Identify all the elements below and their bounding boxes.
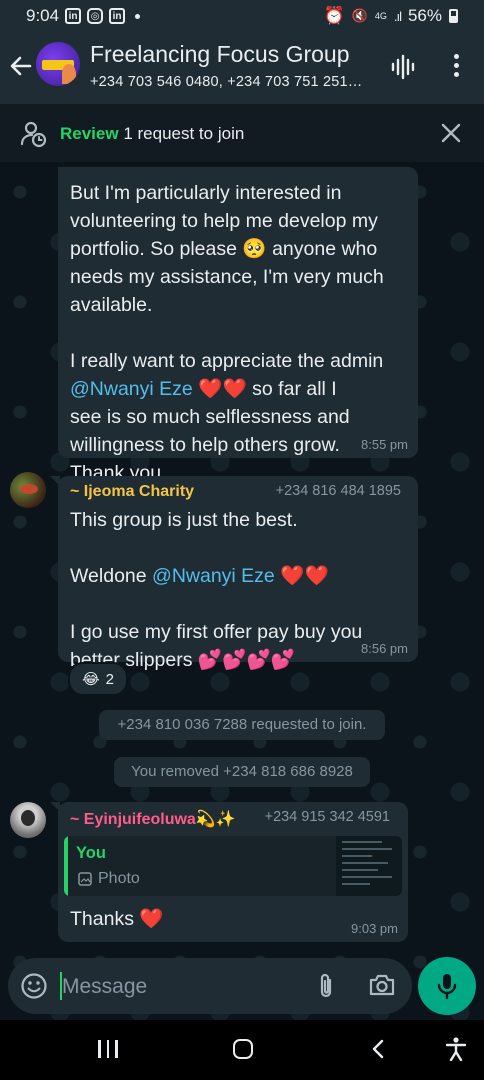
message-time: 8:56 pm (361, 641, 408, 656)
quote-type: Photo (78, 870, 140, 888)
review-link[interactable]: Review (60, 124, 119, 143)
message-time: 8:55 pm (361, 437, 408, 452)
quote-thumbnail (336, 836, 402, 896)
battery-icon (449, 9, 458, 23)
audio-wave-icon[interactable] (390, 54, 416, 80)
signal-icon: .ıl (393, 8, 402, 24)
mention-link[interactable]: @Nwanyi Eze (152, 565, 275, 587)
battery-percent: 56% (407, 6, 442, 25)
emoji-icon[interactable] (20, 972, 48, 1000)
join-request-bar[interactable]: Review 1 request to join (0, 104, 484, 162)
message-text: Thanks ❤️ (70, 908, 164, 930)
group-avatar[interactable] (36, 42, 80, 86)
sender-phone: +234 816 484 1895 (275, 483, 401, 499)
message-composer (8, 958, 412, 1014)
message-text: This group is just the best. Weldone @Nw… (70, 506, 410, 674)
person-clock-icon (20, 121, 47, 148)
review-text[interactable]: Review 1 request to join (60, 124, 244, 144)
status-bar: 9:04 in ◎ in ⏰ 🔇 4G .ıl 56% (0, 0, 484, 32)
notification-dot-icon (135, 13, 141, 19)
message-input[interactable] (60, 968, 304, 1006)
quote-author: You (76, 844, 106, 862)
hearts-emoji: ❤️❤️ (198, 378, 247, 400)
linkedin-icon: in (65, 8, 82, 24)
group-title[interactable]: Freelancing Focus Group (90, 41, 350, 68)
message-bubble[interactable]: But I'm particularly interested in volun… (58, 167, 418, 484)
linkedin-icon: in (109, 8, 126, 24)
accessibility-icon[interactable] (445, 1036, 467, 1062)
network-type: 4G (374, 10, 387, 21)
camera-icon[interactable] (368, 972, 396, 998)
sender-name[interactable]: ~ Eyinjuifeoluwa💫✨ (70, 809, 236, 829)
sender-phone: +234 915 342 4591 (264, 809, 390, 825)
chat-header: Freelancing Focus Group +234 703 546 048… (0, 32, 484, 104)
message-bubble[interactable]: ~ Eyinjuifeoluwa💫✨ +234 915 342 4591 You… (50, 802, 408, 942)
review-count: 1 request to join (123, 124, 245, 143)
close-icon[interactable] (440, 122, 462, 144)
pleading-emoji: 🥺 (242, 238, 267, 260)
laughing-emoji: 😂 (82, 671, 100, 688)
quote-accent-bar (64, 836, 68, 896)
paperclip-icon[interactable] (316, 972, 336, 1000)
microphone-icon (437, 974, 457, 1000)
hearts-emoji: ❤️❤️ (274, 565, 329, 587)
sender-avatar[interactable] (10, 802, 46, 838)
nav-back-icon[interactable] (370, 1038, 386, 1060)
mute-icon: 🔇 (351, 8, 368, 23)
message-bubble[interactable]: ~ Ijeoma Charity +234 816 484 1895 This … (50, 476, 418, 671)
alarm-icon: ⏰ (323, 6, 345, 25)
quote-type-label: Photo (98, 870, 140, 887)
recents-icon[interactable] (98, 1040, 118, 1058)
system-message: You removed +234 818 686 8928 (114, 757, 370, 787)
status-time: 9:04 (26, 6, 60, 25)
system-nav-bar (0, 1020, 484, 1080)
home-icon[interactable] (233, 1039, 253, 1059)
photo-icon (78, 872, 92, 886)
mention-link[interactable]: @Nwanyi Eze (70, 378, 193, 400)
text-caret (60, 972, 62, 1000)
message-text: But I'm particularly interested in volun… (70, 179, 406, 487)
instagram-icon: ◎ (87, 8, 104, 24)
reaction-count: 2 (105, 670, 114, 688)
sender-name[interactable]: ~ Ijeoma Charity (70, 483, 194, 501)
message-time: 9:03 pm (351, 921, 398, 936)
arrow-left-icon[interactable] (8, 50, 34, 82)
more-vertical-icon[interactable] (446, 52, 466, 82)
system-message: +234 810 036 7288 requested to join. (99, 710, 385, 740)
mic-button[interactable] (418, 957, 476, 1015)
quoted-message[interactable]: You Photo (64, 836, 402, 896)
reaction-chip[interactable]: 😂 2 (68, 662, 128, 696)
sender-avatar[interactable] (10, 472, 46, 508)
group-participants[interactable]: +234 703 546 0480, +234 703 751 251… (90, 74, 362, 90)
pink-hearts-emoji: 💕💕💕💕 (197, 649, 296, 671)
